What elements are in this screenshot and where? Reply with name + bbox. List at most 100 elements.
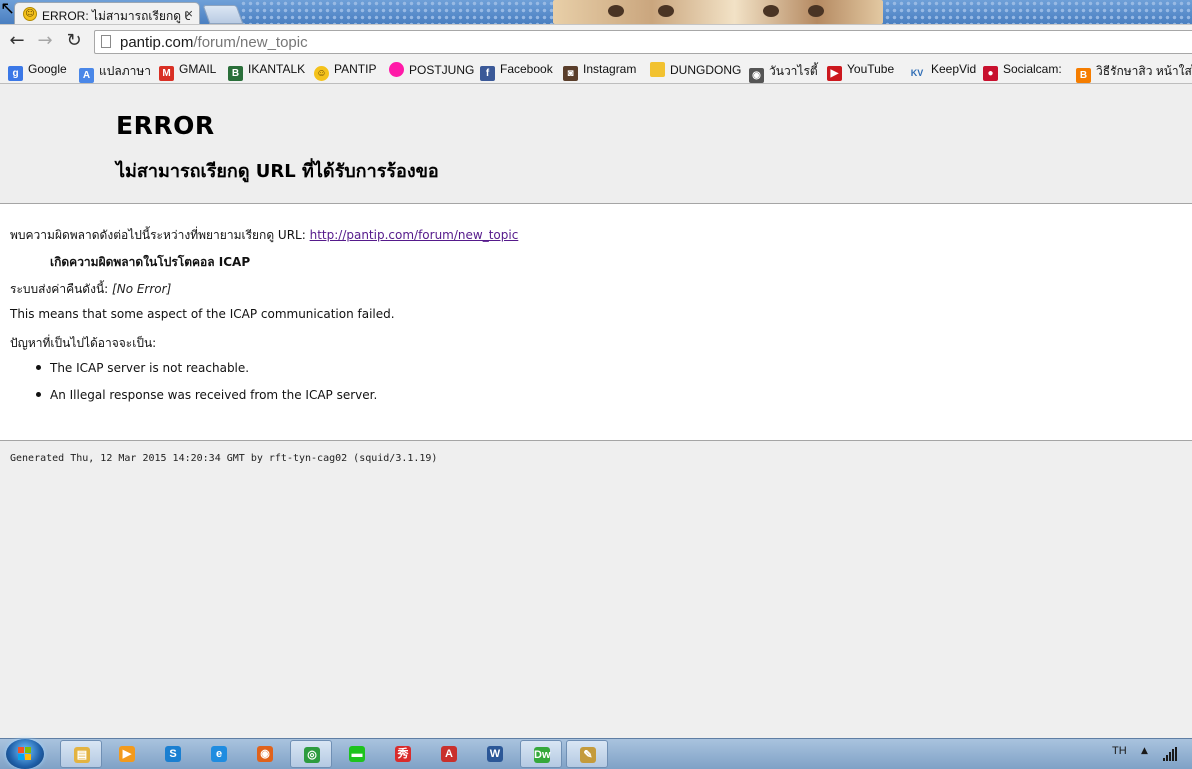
- pantip-favicon-icon: ☺: [23, 7, 37, 21]
- firefox-icon: ◉: [257, 746, 273, 762]
- start-button[interactable]: [6, 739, 44, 769]
- eye-icon: ◉: [749, 68, 764, 83]
- possible-problems-label: ปัญหาที่เป็นไปได้อาจจะเป็น:: [10, 336, 157, 350]
- bullet-icon: [36, 365, 41, 370]
- list-item-text: The ICAP server is not reachable.: [50, 361, 250, 375]
- taskbar-button[interactable]: ▶: [106, 740, 148, 768]
- bookmarks-bar: g Google A แปลภาษา M GMAIL B IKANTALK ☺ PANTIP POS…: [0, 58, 1192, 84]
- address-url[interactable]: pantip.com/forum/new_topic: [120, 34, 308, 51]
- back-button[interactable]: ←: [6, 30, 28, 52]
- window-title-bar: ☺ ERROR: ไม่สามารถเรียกดู URL ที่ได้รับก…: [0, 0, 1192, 24]
- bookmark-label: DUNGDONG: [670, 63, 742, 77]
- instagram-icon: ◙: [563, 66, 578, 81]
- bookmark-label: วันวาไรตี้: [769, 64, 818, 78]
- taskbar-button[interactable]: ▤: [60, 740, 102, 768]
- bookmark-item[interactable]: B วิธีรักษาสิว หน้าใสไร้: [1076, 62, 1192, 83]
- bullet-icon: [36, 392, 41, 397]
- dreamweaver-icon: Dw: [534, 747, 551, 763]
- system-return-prefix: ระบบส่งค่าคืนดังนี้:: [10, 282, 113, 296]
- system-return-value: [No Error]: [112, 282, 172, 296]
- bookmark-label: แปลภาษา: [99, 64, 152, 78]
- acrobat-icon: A: [441, 746, 457, 762]
- explorer-icon: ▤: [74, 747, 90, 763]
- error-url-prefix: พบความผิดพลาดดังต่อไปนี้ระหว่างที่พยายาม…: [10, 228, 310, 242]
- facebook-icon: f: [480, 66, 495, 81]
- taskbar-button[interactable]: W: [474, 740, 516, 768]
- tab-title: ERROR: ไม่สามารถเรียกดู URL ที่ได้รับการ…: [42, 9, 190, 23]
- browser-tab[interactable]: ☺ ERROR: ไม่สามารถเรียกดู URL ที่ได้รับก…: [14, 2, 200, 24]
- gmail-icon: M: [159, 66, 174, 81]
- theme-image: [553, 0, 883, 24]
- word-icon: W: [487, 746, 503, 762]
- bookmark-label: POSTJUNG: [409, 63, 475, 77]
- google-icon: g: [8, 66, 23, 81]
- language-indicator[interactable]: TH: [1112, 745, 1127, 757]
- windows-logo-icon: [18, 747, 32, 761]
- page-subtitle: ไม่สามารถเรียกดู URL ที่ได้รับการร้องขอ: [116, 161, 439, 182]
- windows-taskbar: TH ▲ ▤ ▶ Se ◉ ◎ ▬ 秀 A W Dw ✎: [0, 738, 1192, 769]
- bookmark-item[interactable]: g Google: [8, 62, 67, 81]
- taskbar-button[interactable]: A: [428, 740, 470, 768]
- bookmark-label: Facebook: [500, 62, 553, 76]
- page-icon: [101, 35, 111, 48]
- requested-url-link[interactable]: http://pantip.com/forum/new_topic: [310, 228, 519, 242]
- bookmark-item[interactable]: DUNGDONG: [650, 62, 741, 79]
- taskbar-button[interactable]: Dw: [520, 740, 562, 768]
- taskbar-button[interactable]: 秀: [382, 740, 424, 768]
- taskbar-button[interactable]: ◎: [290, 740, 332, 768]
- postjung-icon: [389, 62, 404, 77]
- page-title: ERROR: [116, 111, 215, 140]
- system-return-line: ระบบส่งค่าคืนดังนี้: [No Error]: [10, 280, 171, 299]
- taskbar-button[interactable]: ◉: [244, 740, 286, 768]
- list-item: The ICAP server is not reachable.: [36, 361, 249, 375]
- page-content: ERROR ไม่สามารถเรียกดู URL ที่ได้รับการร…: [0, 84, 1192, 738]
- bookmark-label: PANTIP: [334, 62, 377, 76]
- media-player-icon: ▶: [119, 746, 135, 762]
- new-tab-button[interactable]: [202, 5, 244, 24]
- bookmark-item[interactable]: ◙ Instagram: [563, 62, 636, 81]
- bookmark-label: KeepVid: [931, 62, 977, 76]
- bookmark-label: Google: [28, 62, 67, 76]
- bookmark-item[interactable]: ☺ PANTIP: [314, 62, 377, 81]
- pantip-icon: ☺: [314, 66, 329, 81]
- line-icon: ▬: [349, 746, 365, 762]
- dungdong-icon: [650, 62, 665, 77]
- youtube-icon: ▶: [827, 66, 842, 81]
- bookmark-item[interactable]: POSTJUNG: [389, 62, 474, 79]
- taskbar-button[interactable]: e: [198, 740, 240, 768]
- skype-icon: S: [165, 746, 181, 762]
- error-explanation: This means that some aspect of the ICAP …: [10, 307, 395, 321]
- bookmark-item[interactable]: ● Socialcam:: [983, 62, 1062, 81]
- show-hidden-icons-icon[interactable]: ▲: [1141, 746, 1148, 756]
- url-path: /forum/new_topic: [193, 34, 308, 51]
- error-body: พบความผิดพลาดดังต่อไปนี้ระหว่างที่พยายาม…: [0, 204, 1192, 441]
- network-signal-icon[interactable]: [1163, 747, 1179, 761]
- taskbar-button[interactable]: ▬: [336, 740, 378, 768]
- keepvid-icon: KV: [910, 68, 924, 78]
- ikantalk-icon: B: [228, 66, 243, 81]
- blogger-icon: B: [1076, 68, 1091, 83]
- taskbar-button[interactable]: ✎: [566, 740, 608, 768]
- url-domain: pantip.com: [120, 34, 194, 51]
- bookmark-item[interactable]: A แปลภาษา: [79, 62, 152, 83]
- bookmark-item[interactable]: M GMAIL: [159, 62, 217, 81]
- bookmark-label: GMAIL: [179, 62, 217, 76]
- bookmark-item[interactable]: f Facebook: [480, 62, 553, 81]
- bookmark-item[interactable]: ▶ YouTube: [827, 62, 894, 81]
- error-header: ERROR ไม่สามารถเรียกดู URL ที่ได้รับการร…: [0, 84, 1192, 204]
- mouse-cursor-icon: ↖: [0, 0, 16, 19]
- bookmark-item[interactable]: ◉ วันวาไรตี้: [749, 62, 818, 83]
- list-item: An Illegal response was received from th…: [36, 388, 377, 402]
- forward-button[interactable]: →: [34, 30, 56, 52]
- bookmark-item[interactable]: B IKANTALK: [228, 62, 305, 81]
- reload-button[interactable]: ↻: [63, 30, 85, 52]
- taskbar-button[interactable]: S: [152, 740, 194, 768]
- error-type: เกิดความผิดพลาดในโปรโตคอล ICAP: [50, 255, 251, 269]
- bookmark-item[interactable]: KV KeepVid: [908, 62, 976, 79]
- chrome-icon: ◎: [304, 747, 320, 763]
- generated-footer: Generated Thu, 12 Mar 2015 14:20:34 GMT …: [10, 453, 438, 464]
- address-bar[interactable]: pantip.com/forum/new_topic: [94, 30, 1192, 54]
- bookmark-label: Socialcam:: [1003, 62, 1062, 76]
- tab-close-icon[interactable]: ×: [185, 6, 193, 21]
- paint-icon: ✎: [580, 747, 596, 763]
